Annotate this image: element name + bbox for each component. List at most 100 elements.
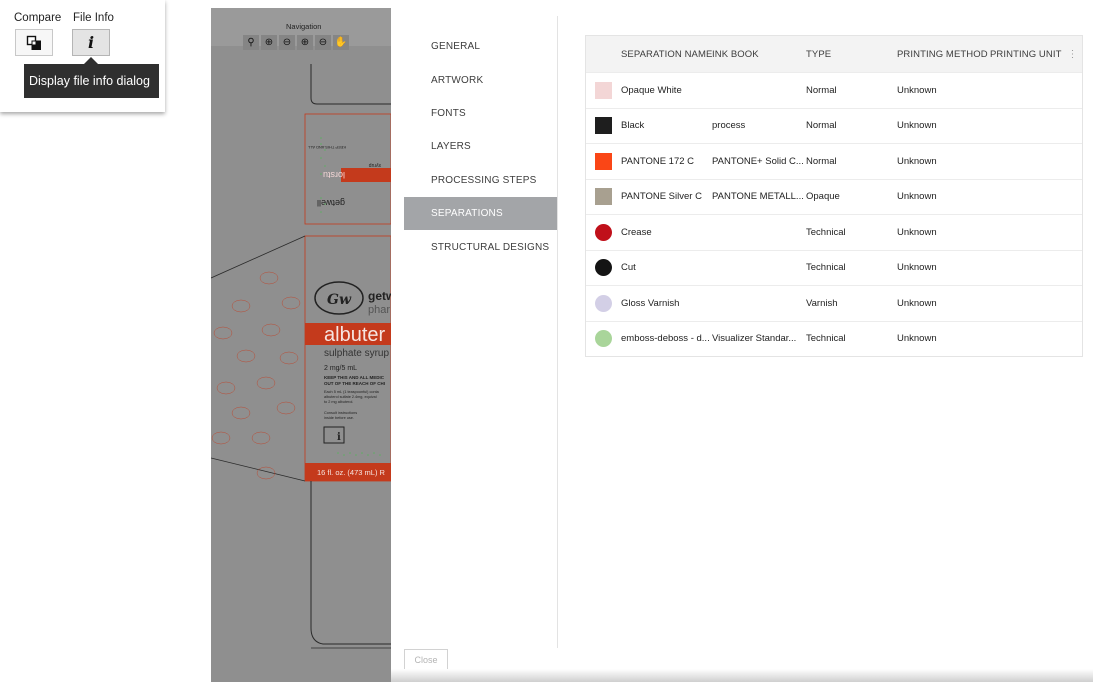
type-cell: Technical <box>806 333 846 345</box>
header-type[interactable]: Type <box>806 49 897 60</box>
separation-name-cell: Opaque White <box>621 84 682 96</box>
table-row[interactable]: PANTONE Silver C PANTONE METALL... Opaque U… <box>586 178 1082 215</box>
nav-item-structural-designs[interactable]: Structural Designs <box>391 230 557 263</box>
svg-text:lorstu: lorstu <box>323 170 345 180</box>
nav-item-artwork[interactable]: Artwork <box>391 63 557 96</box>
toolbar-panel: Compare File Info i Display file info di… <box>0 0 165 112</box>
zoom-actual-icon[interactable]: ⊖ <box>315 35 331 50</box>
svg-text:to 2 mg albuterol.: to 2 mg albuterol. <box>324 400 353 404</box>
swatch-cell <box>586 81 621 99</box>
svg-text:OUT OF THE REACH OF CHI: OUT OF THE REACH OF CHI <box>324 381 385 386</box>
close-button[interactable]: Close <box>404 649 448 671</box>
file-info-label: File Info <box>73 12 114 24</box>
nav-item-separations[interactable]: Separations <box>404 196 557 231</box>
zoom-icon[interactable]: ⚲ <box>243 35 259 50</box>
header-separation-name[interactable]: Separation Name <box>621 49 712 60</box>
svg-text:2 mg/5 mL: 2 mg/5 mL <box>324 365 357 372</box>
zoom-out-icon[interactable]: ⊖ <box>279 35 295 50</box>
header-printing-unit[interactable]: Printing Unit ⋮ <box>990 49 1082 60</box>
type-cell: Opaque <box>806 191 840 203</box>
dialog-side-nav: General Artwork Fonts Layers Processing Step… <box>391 30 557 264</box>
swatch-cell <box>586 152 621 170</box>
type-cell: Varnish <box>806 297 838 309</box>
svg-text:getwell: getwell <box>317 198 345 208</box>
separation-name-cell: Gloss Varnish <box>621 297 680 309</box>
color-swatch <box>595 152 612 170</box>
navigation-title: Navigation <box>286 22 322 31</box>
table-row[interactable]: PANTONE 172 C PANTONE+ Solid C... Normal Un… <box>586 143 1082 179</box>
svg-text:syrup: syrup <box>369 162 381 168</box>
compare-icon <box>26 35 41 50</box>
color-swatch <box>595 81 612 99</box>
swatch-cell <box>586 223 621 241</box>
printing-method-cell: Unknown <box>897 155 937 167</box>
info-icon: i <box>87 33 95 52</box>
tooltip-arrow <box>84 57 98 64</box>
type-cell: Technical <box>806 226 846 238</box>
svg-text:sulphate syrup: sulphate syrup <box>324 348 389 359</box>
separation-name-cell: emboss-deboss - d... <box>621 333 710 345</box>
svg-text:phar: phar <box>368 304 390 316</box>
nav-item-general[interactable]: General <box>391 30 557 63</box>
dialog-bottom-shade <box>391 669 1093 682</box>
compare-label: Compare <box>14 12 62 24</box>
printing-method-cell: Unknown <box>897 84 937 96</box>
separation-name-cell: Crease <box>621 226 652 238</box>
nav-item-fonts[interactable]: Fonts <box>391 97 557 130</box>
artwork-canvas: lorstu getwell syrup KEEP THIS AND ALL G… <box>211 8 391 682</box>
navigation-tools: ⚲ ⊕ ⊖ ⊕ ⊖ ✋ <box>243 35 349 50</box>
color-swatch <box>595 117 612 135</box>
printing-method-cell: Unknown <box>897 226 937 238</box>
printing-method-cell: Unknown <box>897 297 937 309</box>
header-printing-method[interactable]: Printing Method <box>897 49 990 60</box>
type-cell: Normal <box>806 155 837 167</box>
printing-method-cell: Unknown <box>897 333 937 345</box>
table-row[interactable]: Black process Normal Unknown <box>586 107 1082 144</box>
zoom-in-icon[interactable]: ⊕ <box>261 35 277 50</box>
swatch-cell <box>586 330 621 348</box>
file-info-tooltip: Display file info dialog <box>24 64 159 98</box>
printing-method-cell: Unknown <box>897 191 937 203</box>
separation-name-cell: PANTONE 172 C <box>621 155 695 167</box>
screen: lorstu getwell syrup KEEP THIS AND ALL G… <box>0 0 1093 682</box>
swatch-cell <box>586 294 621 312</box>
svg-text:albuterol sulfate 2.4mg, equiv: albuterol sulfate 2.4mg, equival <box>324 395 377 399</box>
color-swatch <box>595 188 612 206</box>
separation-name-cell: Black <box>621 120 645 132</box>
ink-book-cell: PANTONE METALL... <box>712 191 804 203</box>
nav-item-layers[interactable]: Layers <box>391 130 557 163</box>
column-menu-icon[interactable]: ⋮ <box>1068 49 1078 60</box>
table-row[interactable]: Cut Technical Unknown <box>586 249 1082 286</box>
table-row[interactable]: Gloss Varnish Varnish Unknown <box>586 285 1082 321</box>
ink-book-cell: process <box>712 120 746 132</box>
table-row[interactable]: Opaque White Normal Unknown <box>586 72 1082 108</box>
file-info-button[interactable]: i <box>72 29 110 56</box>
svg-text:KEEP THIS AND ALL: KEEP THIS AND ALL <box>307 145 346 150</box>
type-cell: Technical <box>806 262 846 274</box>
nav-item-processing-steps[interactable]: Processing Steps <box>391 164 557 197</box>
pan-hand-icon[interactable]: ✋ <box>333 35 349 50</box>
separations-table: Separation Name Ink Book Type Printing M… <box>585 35 1083 357</box>
swatch-cell <box>586 259 621 277</box>
table-row[interactable]: Crease Technical Unknown <box>586 214 1082 250</box>
svg-text:KEEP THIS AND ALL MEDIC: KEEP THIS AND ALL MEDIC <box>324 375 385 380</box>
svg-text:getw: getw <box>368 289 391 303</box>
swatch-cell <box>586 117 621 135</box>
table-header: Separation Name Ink Book Type Printing M… <box>586 36 1082 72</box>
file-info-dialog: General Artwork Fonts Layers Processing Step… <box>391 8 1093 671</box>
color-swatch <box>595 330 612 348</box>
svg-text:Each 5 mL (1 teaspoonful) cont: Each 5 mL (1 teaspoonful) conta <box>324 390 380 394</box>
printing-method-cell: Unknown <box>897 262 937 274</box>
svg-text:16 fl. oz. (473 mL) R: 16 fl. oz. (473 mL) R <box>317 468 386 477</box>
separation-name-cell: Cut <box>621 262 636 274</box>
separation-name-cell: PANTONE Silver C <box>621 191 702 203</box>
dialog-divider <box>557 16 558 648</box>
svg-text:albuter: albuter <box>324 324 385 346</box>
table-body: Opaque White Normal Unknown Black process Nor… <box>586 72 1082 356</box>
compare-button[interactable] <box>15 29 53 56</box>
printing-method-cell: Unknown <box>897 120 937 132</box>
header-ink-book[interactable]: Ink Book <box>712 49 806 60</box>
zoom-fit-icon[interactable]: ⊕ <box>297 35 313 50</box>
table-row[interactable]: emboss-deboss - d... Visualizer Standar..… <box>586 320 1082 357</box>
ink-book-cell: Visualizer Standar... <box>712 333 797 345</box>
